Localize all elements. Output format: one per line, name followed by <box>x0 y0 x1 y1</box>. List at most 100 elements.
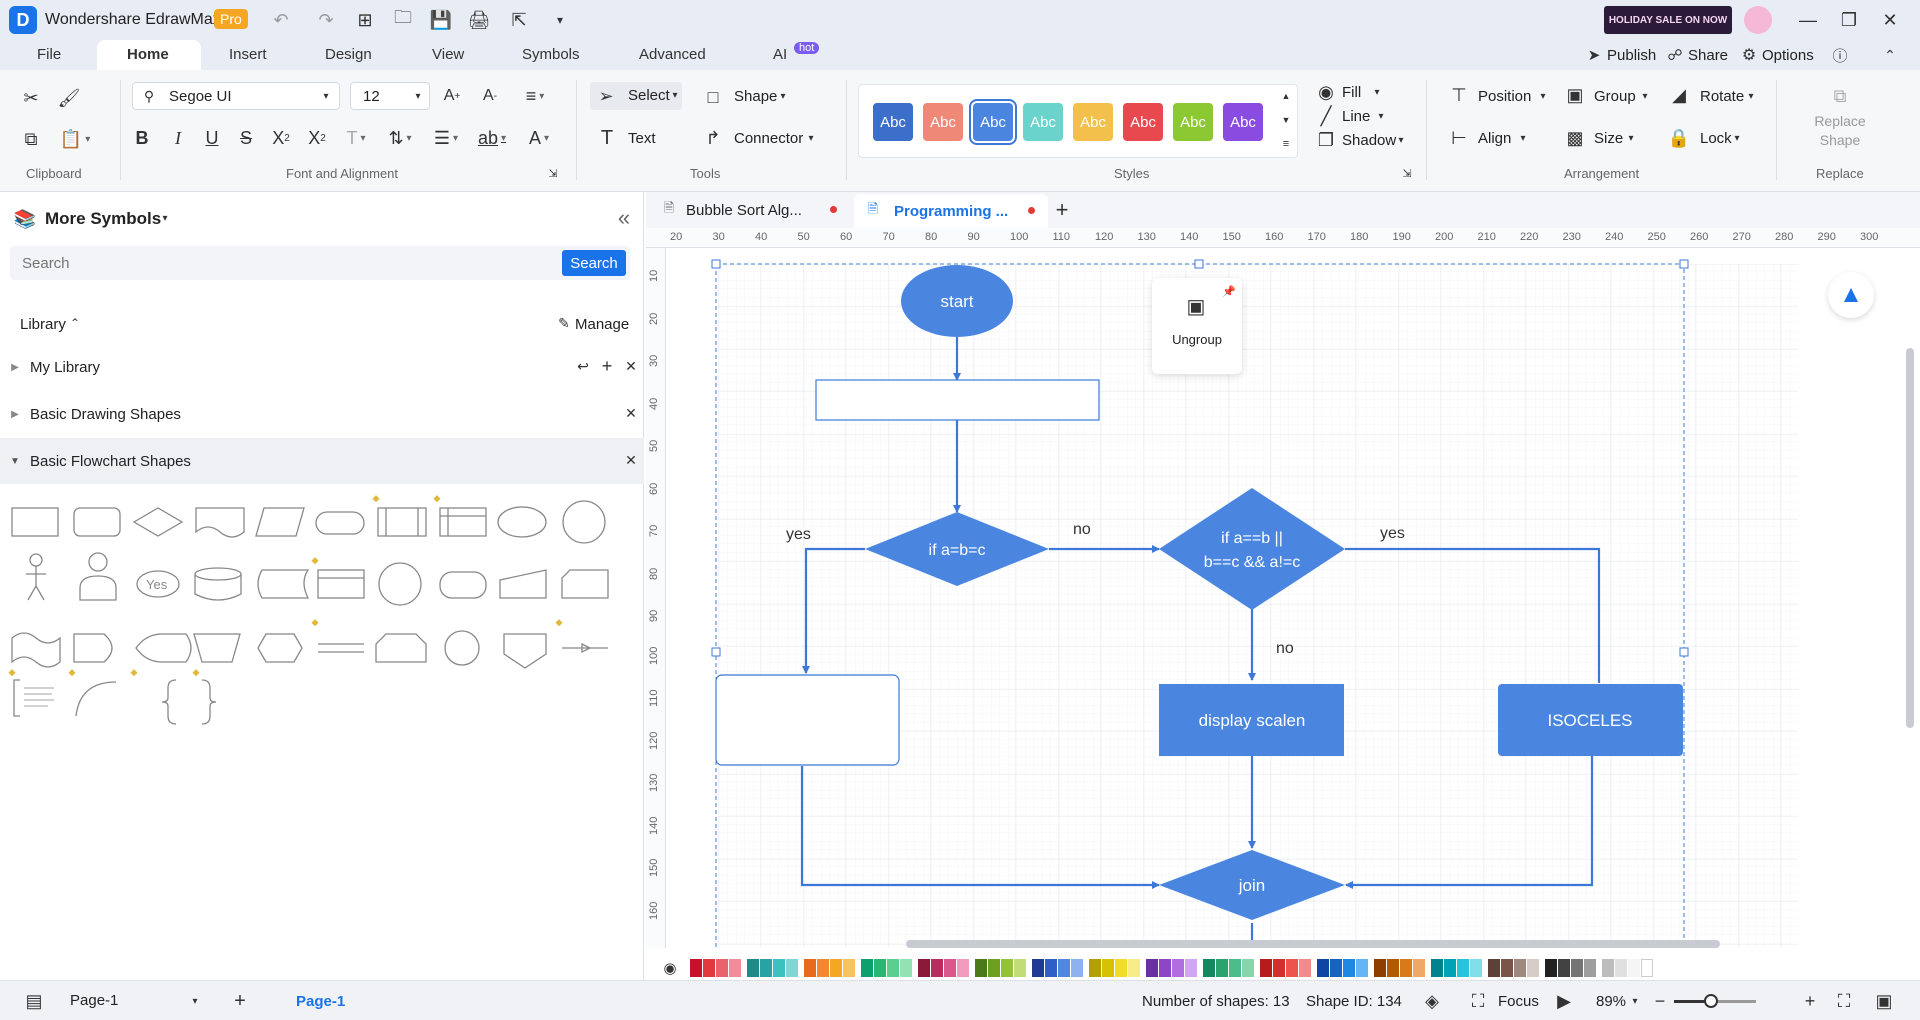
shape-actor[interactable] <box>26 553 46 601</box>
connector-tool-icon[interactable]: ↱ <box>702 127 724 149</box>
tab-advanced[interactable]: Advanced <box>639 46 706 63</box>
user-avatar[interactable] <box>1744 6 1772 34</box>
drawing-canvas[interactable]: start if a=b=c if a==b || b==c && a!=c d… <box>666 248 1920 948</box>
palette-color[interactable] <box>1058 959 1070 977</box>
shape-predefined-process[interactable] <box>377 507 427 537</box>
palette-color[interactable] <box>1203 959 1215 977</box>
doc-tab-bubble-sort[interactable]: 🗎 Bubble Sort Alg... <box>660 196 846 226</box>
lock-icon[interactable]: 🔒 <box>1668 127 1690 149</box>
empty-rounded-box[interactable] <box>715 674 900 766</box>
palette-color[interactable] <box>1356 959 1368 977</box>
shadow-button[interactable]: Shadow <box>1342 132 1396 149</box>
fill-bucket-icon[interactable]: ◉ <box>658 958 682 978</box>
shape-database[interactable] <box>194 567 242 601</box>
highlight-icon[interactable]: ab ▾ <box>474 126 510 150</box>
palette-color[interactable] <box>1413 959 1425 977</box>
gallery-more-icon[interactable]: ≡ <box>1279 137 1293 151</box>
line-button[interactable]: Line <box>1342 108 1370 125</box>
rotate-icon[interactable]: ◢ <box>1668 84 1690 106</box>
palette-color[interactable] <box>1641 959 1653 977</box>
redo-icon[interactable]: ↷ <box>313 9 339 31</box>
palette-color[interactable] <box>1387 959 1399 977</box>
close-icon[interactable]: ✕ <box>622 356 640 376</box>
fill-icon[interactable]: ◉ <box>1316 82 1336 102</box>
close-icon[interactable]: ✕ <box>1878 8 1902 32</box>
palette-color[interactable] <box>817 959 829 977</box>
replace-shape-icon[interactable]: ⧉ <box>1828 84 1852 108</box>
group-icon[interactable]: ▣ <box>1564 84 1586 106</box>
palette-color[interactable] <box>1273 959 1285 977</box>
palette-color[interactable] <box>975 959 987 977</box>
dialog-launcher-icon[interactable]: ⇲ <box>1400 166 1414 180</box>
shape-arrow-line[interactable] <box>562 642 608 654</box>
close-icon[interactable]: ✕ <box>622 403 640 423</box>
shape-parallel-mode[interactable] <box>318 643 364 653</box>
palette-color[interactable] <box>1545 959 1557 977</box>
shape-manual-op[interactable] <box>499 569 547 599</box>
palette-color[interactable] <box>1260 959 1272 977</box>
copy-icon[interactable]: ⧉ <box>18 127 44 151</box>
help-icon[interactable]: ⓘ <box>1830 45 1850 65</box>
text-align-icon[interactable]: ≡ ▾ <box>518 84 552 108</box>
focus-button[interactable]: Focus <box>1498 993 1539 1010</box>
zoom-slider[interactable] <box>1674 994 1756 1008</box>
text-tool-icon[interactable]: T <box>596 127 618 149</box>
vertical-scrollbar[interactable] <box>1906 348 1914 728</box>
import-icon[interactable]: ↩ <box>574 356 592 376</box>
palette-color[interactable] <box>1470 959 1482 977</box>
library-label[interactable]: Library <box>20 316 66 333</box>
palette-color[interactable] <box>1216 959 1228 977</box>
palette-color[interactable] <box>1374 959 1386 977</box>
selection-handle[interactable] <box>711 647 721 657</box>
shape-ellipse[interactable] <box>497 506 547 538</box>
tab-symbols[interactable]: Symbols <box>522 46 580 63</box>
doc-tab-programming[interactable]: 🗎 Programming ... <box>854 194 1048 228</box>
palette-color[interactable] <box>1146 959 1158 977</box>
minimize-icon[interactable]: — <box>1796 8 1820 32</box>
palette-color[interactable] <box>1102 959 1114 977</box>
palette-color[interactable] <box>1431 959 1443 977</box>
format-painter-icon[interactable]: 🖌 <box>56 86 82 110</box>
font-size-select[interactable]: 12 ▾ <box>350 82 430 110</box>
palette-color[interactable] <box>1242 959 1254 977</box>
tab-file[interactable]: File <box>37 46 61 63</box>
palette-color[interactable] <box>773 959 785 977</box>
font-family-select[interactable]: ⚲ Segoe UI ▾ <box>132 82 340 110</box>
fullscreen-icon[interactable]: ▣ <box>1872 989 1896 1013</box>
underline-icon[interactable]: U <box>200 126 224 150</box>
palette-color[interactable] <box>830 959 842 977</box>
tab-ai[interactable]: AI <box>773 46 787 63</box>
palette-color[interactable] <box>1527 959 1539 977</box>
line-icon[interactable]: ╱ <box>1316 106 1336 126</box>
position-button[interactable]: Position <box>1478 88 1531 105</box>
palette-color[interactable] <box>1488 959 1500 977</box>
shape-tape[interactable] <box>11 632 61 668</box>
palette-color[interactable] <box>957 959 969 977</box>
share-button[interactable]: Share <box>1688 47 1728 64</box>
palette-color[interactable] <box>843 959 855 977</box>
chevron-up-icon[interactable]: ⌃ <box>68 314 82 332</box>
palette-color[interactable] <box>887 959 899 977</box>
align-icon[interactable]: ⊢ <box>1448 127 1470 149</box>
zoom-in-icon[interactable]: + <box>1800 989 1820 1013</box>
collapse-panel-icon[interactable]: « <box>612 205 636 230</box>
share-icon[interactable]: ☍ <box>1665 45 1685 65</box>
text-format-icon[interactable]: T ▾ <box>340 126 372 150</box>
lock-button[interactable]: Lock <box>1700 130 1732 147</box>
palette-color[interactable] <box>1014 959 1026 977</box>
selection-handle[interactable] <box>711 259 721 269</box>
library-section-basic-flowchart[interactable]: ▼ Basic Flowchart Shapes ✕ <box>0 438 644 484</box>
connector-tool-label[interactable]: Connector <box>734 130 803 147</box>
close-icon[interactable]: ✕ <box>622 450 640 470</box>
undo-icon[interactable]: ↶ <box>268 9 294 31</box>
sidebar-title[interactable]: More Symbols <box>45 209 161 229</box>
page-select[interactable]: Page-1 ▾ <box>68 989 204 1013</box>
tab-view[interactable]: View <box>432 46 464 63</box>
palette-color[interactable] <box>1128 959 1140 977</box>
size-button[interactable]: Size <box>1594 130 1623 147</box>
palette-color[interactable] <box>988 959 1000 977</box>
dialog-launcher-icon[interactable]: ⇲ <box>546 166 560 180</box>
replace-shape-button[interactable]: Replace Shape <box>1810 112 1870 150</box>
style-swatch[interactable]: Abc <box>1223 103 1263 141</box>
shape-tool-icon[interactable]: □ <box>702 86 724 108</box>
